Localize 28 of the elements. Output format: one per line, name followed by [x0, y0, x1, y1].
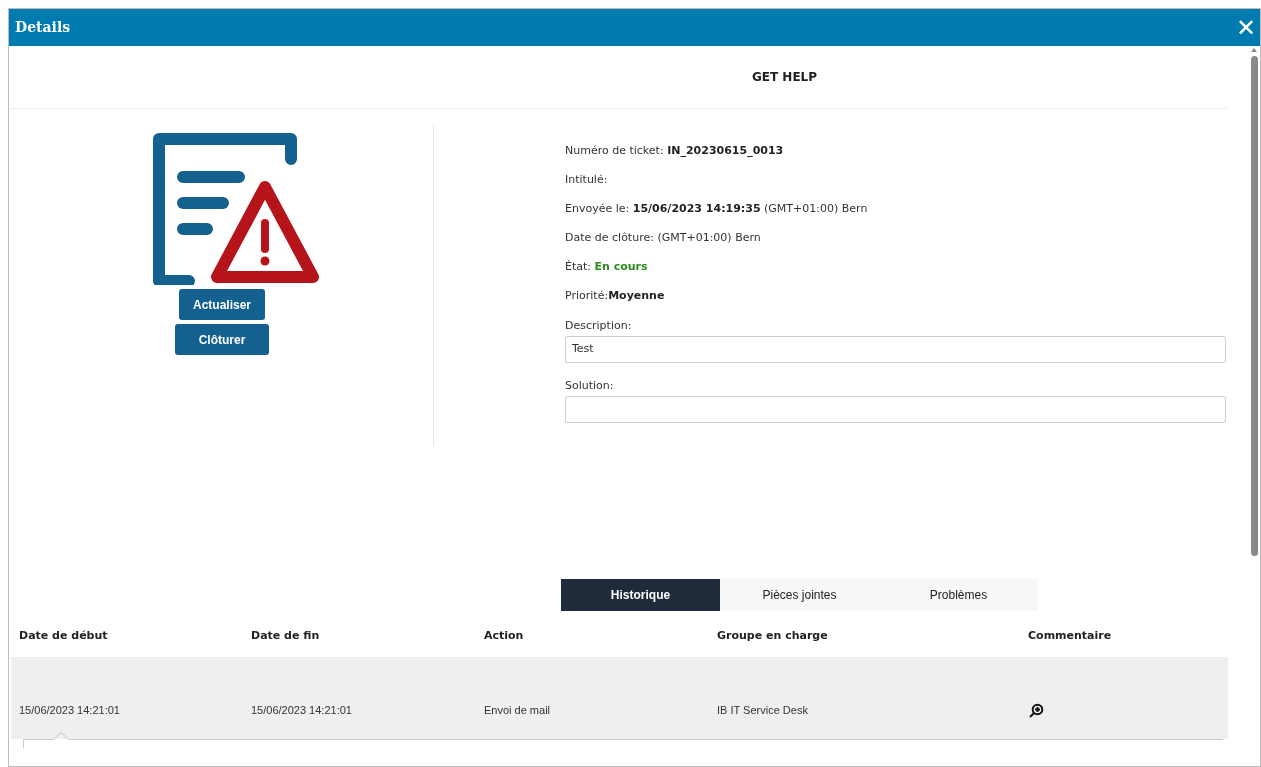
column-header: Date de début	[19, 629, 108, 642]
window-title: Details	[15, 18, 71, 37]
ticket-field: Date de clôture: (GMT+01:00) Bern	[565, 230, 1226, 259]
field-label: Description:	[565, 318, 633, 334]
text-field[interactable]	[565, 396, 1226, 423]
zoom-in-icon[interactable]	[1028, 703, 1044, 719]
text-field[interactable]: Test	[565, 336, 1226, 363]
table-cell: IB IT Service Desk	[717, 704, 808, 716]
tab[interactable]: Pièces jointes	[720, 579, 879, 611]
page-heading: GET HELP	[750, 69, 818, 86]
column-header: Date de fin	[251, 629, 320, 642]
ticket-field: Envoyée le: 15/06/2023 14:19:35 (GMT+01:00) Bern	[565, 201, 1226, 230]
tab[interactable]: Historique	[561, 579, 720, 611]
table-cell: 15/06/2023 14:21:01	[251, 704, 352, 716]
ticket-field: Priorité:Moyenne	[565, 288, 1226, 317]
action-button[interactable]: Clôturer	[175, 324, 269, 355]
ticket-field: État: En cours	[565, 259, 1226, 288]
column-header: Commentaire	[1028, 629, 1112, 642]
ticket-field: Intitulé:	[565, 172, 1226, 201]
table-cell: 15/06/2023 14:21:01	[19, 704, 120, 716]
table-cell: Envoi de mail	[484, 704, 551, 716]
close-button[interactable]: ✕	[1235, 15, 1256, 40]
field-label: Solution:	[565, 378, 615, 394]
column-header: Groupe en charge	[717, 629, 828, 642]
ticket-field: Numéro de ticket: IN_20230615_0013	[565, 143, 1226, 172]
tab[interactable]: Problèmes	[879, 579, 1038, 611]
column-header: Action	[484, 629, 524, 642]
action-button[interactable]: Actualiser	[179, 289, 265, 320]
